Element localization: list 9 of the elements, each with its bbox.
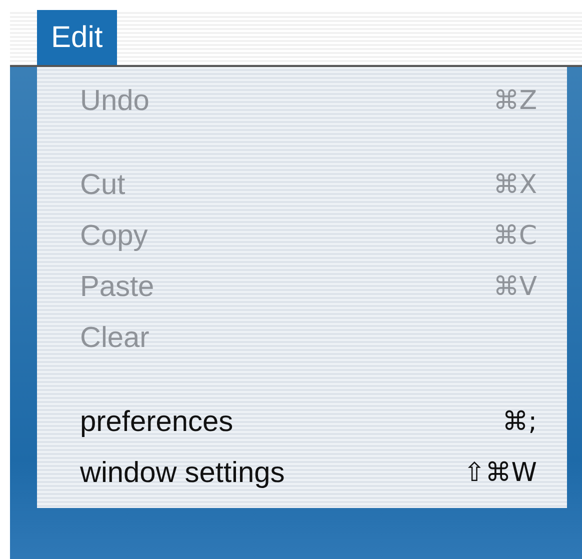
- shortcut-label: ⌘Z: [493, 85, 537, 118]
- shortcut-label: ⇧⌘W: [464, 457, 537, 490]
- shortcut-label: ⌘X: [493, 169, 537, 202]
- shortcut-label: ⌘;: [502, 406, 537, 439]
- shortcut-label: ⌘C: [492, 220, 537, 253]
- menu-item[interactable]: preferences ⌘;: [37, 397, 567, 448]
- menu-item[interactable]: window settings ⇧⌘W: [37, 448, 567, 499]
- menu-title[interactable]: Edit: [37, 10, 117, 65]
- shortcut-label: ⌘V: [493, 271, 537, 304]
